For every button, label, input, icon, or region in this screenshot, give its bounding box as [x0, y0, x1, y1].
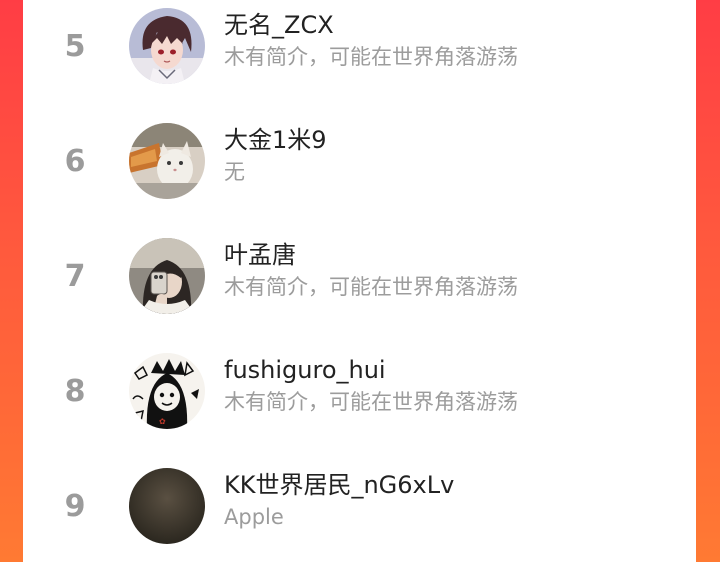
ranking-row[interactable]: 9 KK世界居民_nG6xLv Apple [23, 458, 696, 562]
ranking-list-panel: 5 无名_ZCX 木有简介，可能在世界角落游荡 6 大金1米9 无 7 叶孟唐 … [23, 0, 696, 562]
user-avatar[interactable] [129, 468, 205, 544]
user-avatar[interactable] [129, 8, 205, 84]
ranking-row[interactable]: 6 大金1米9 无 [23, 113, 696, 228]
user-bio: Apple [224, 505, 284, 529]
selfie-photo-avatar-icon [129, 238, 205, 314]
rank-number: 8 [64, 374, 86, 409]
user-avatar[interactable] [129, 238, 205, 314]
ranking-row[interactable]: 5 无名_ZCX 木有简介，可能在世界角落游荡 [23, 0, 696, 113]
rank-number: 5 [64, 29, 86, 64]
user-avatar[interactable] [129, 123, 205, 199]
cat-photo-avatar-icon [129, 123, 205, 199]
rank-number: 6 [64, 144, 86, 179]
username[interactable]: 叶孟唐 [224, 239, 296, 271]
user-bio: 无 [224, 160, 245, 184]
username[interactable]: 大金1米9 [224, 124, 327, 156]
username[interactable]: KK世界居民_nG6xLv [224, 469, 454, 501]
doodle-cartoon-avatar-icon: ✿ [129, 353, 205, 429]
anime-character-avatar-icon [129, 8, 205, 84]
user-bio: 木有简介，可能在世界角落游荡 [224, 45, 518, 69]
username[interactable]: fushiguro_hui [224, 354, 386, 386]
ranking-row[interactable]: 7 叶孟唐 木有简介，可能在世界角落游荡 [23, 228, 696, 343]
rank-number: 9 [64, 489, 86, 524]
svg-text:✿: ✿ [159, 417, 166, 426]
ranking-row[interactable]: 8 ✿ fushiguro_hui 木有简介，可能在世界角落游荡 [23, 343, 696, 458]
username[interactable]: 无名_ZCX [224, 9, 334, 41]
dark-default-avatar-icon [129, 468, 205, 544]
user-avatar[interactable]: ✿ [129, 353, 205, 429]
user-bio: 木有简介，可能在世界角落游荡 [224, 390, 518, 414]
rank-number: 7 [64, 259, 86, 294]
user-bio: 木有简介，可能在世界角落游荡 [224, 275, 518, 299]
